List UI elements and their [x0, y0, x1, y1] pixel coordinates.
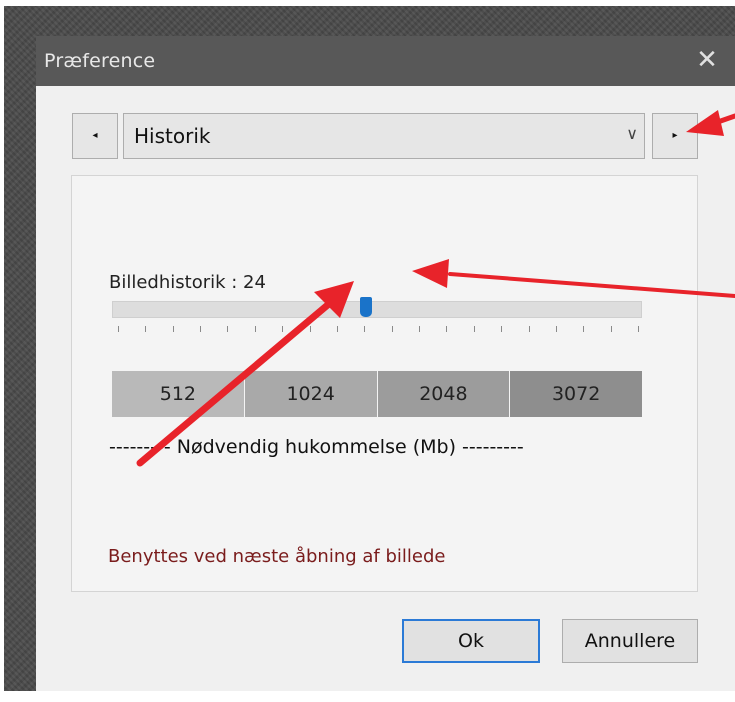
next-category-button[interactable]: ▸ — [652, 113, 698, 159]
right-triangle-icon: ▸ — [672, 130, 678, 141]
close-icon[interactable]: ✕ — [679, 36, 735, 86]
history-slider-thumb[interactable] — [360, 297, 373, 317]
info-message: Benyttes ved næste åbning af billede — [108, 546, 446, 567]
slider-tick — [610, 326, 612, 332]
memory-value-cell: 3072 — [510, 371, 643, 417]
category-select[interactable]: Historik ∨ — [123, 113, 645, 159]
slider-tick — [638, 326, 639, 332]
memory-value-cell: 512 — [112, 371, 245, 417]
slider-tick — [227, 326, 229, 332]
memory-value-cell: 2048 — [377, 371, 511, 417]
slider-tick — [118, 326, 119, 332]
ok-button[interactable]: Ok — [402, 619, 540, 663]
slider-tick — [282, 326, 284, 332]
memory-scale: 512 1024 2048 3072 — [112, 371, 643, 417]
slider-tick — [172, 326, 174, 332]
dialog-title: Præference — [44, 50, 156, 72]
slider-tick — [336, 326, 338, 332]
slider-ticks — [118, 326, 639, 332]
history-panel: Billedhistorik : 24 512 1024 2048 3072 ----… — [71, 175, 698, 592]
history-slider-track[interactable] — [112, 301, 642, 318]
chevron-down-icon: ∨ — [626, 124, 638, 143]
title-bar[interactable]: Præference ✕ — [36, 36, 735, 86]
slider-tick — [364, 326, 366, 332]
slider-tick — [528, 326, 530, 332]
slider-tick — [583, 326, 585, 332]
slider-tick — [501, 326, 503, 332]
left-triangle-icon: ◂ — [92, 130, 98, 141]
previous-category-button[interactable]: ◂ — [72, 113, 118, 159]
slider-tick — [309, 326, 311, 332]
cancel-button[interactable]: Annullere — [562, 619, 698, 663]
memory-value-cell: 1024 — [244, 371, 378, 417]
slider-tick — [254, 326, 256, 332]
slider-tick — [555, 326, 557, 332]
category-select-value: Historik — [134, 124, 211, 148]
slider-tick — [446, 326, 448, 332]
memory-caption: --------- Nødvendig hukommelse (Mb) ----… — [109, 436, 524, 458]
slider-tick — [200, 326, 202, 332]
slider-tick — [145, 326, 147, 332]
preferences-dialog: Præference ✕ ◂ Historik ∨ ▸ Billedhistor… — [36, 36, 735, 691]
slider-tick — [419, 326, 421, 332]
slider-tick — [391, 326, 393, 332]
image-history-label: Billedhistorik : 24 — [109, 272, 266, 293]
slider-tick — [473, 326, 475, 332]
